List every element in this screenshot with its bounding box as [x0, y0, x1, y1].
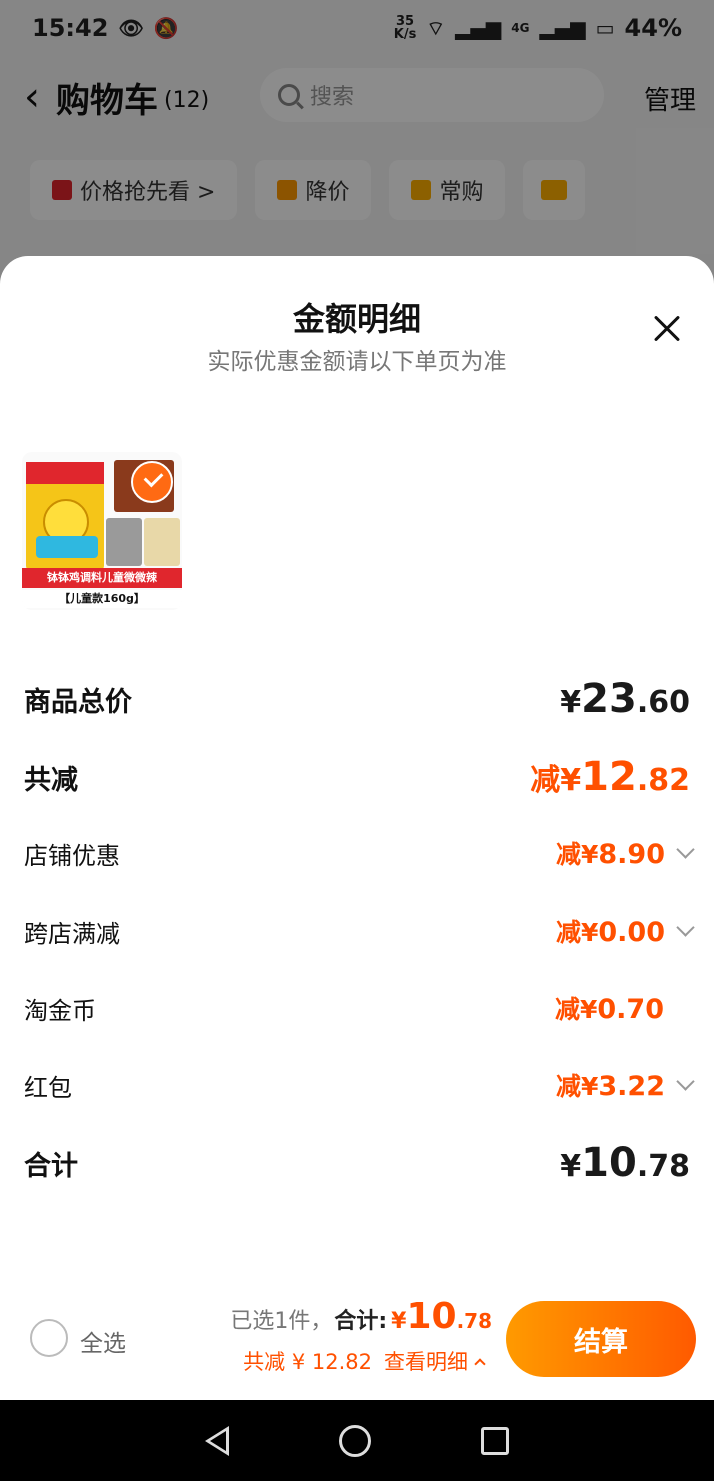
row-label: 合计 [24, 1150, 78, 1182]
row-red-packet[interactable]: 红包 减¥ 3.22 [24, 1060, 695, 1110]
chevron-down-icon[interactable] [676, 839, 695, 859]
nav-home-icon[interactable] [339, 1424, 371, 1457]
sheet-subtitle: 实际优惠金额请以下单页为准 [207, 349, 507, 375]
selected-count: 已选1件， [230, 1309, 333, 1334]
total-discount-amount: 减¥ 12.82 [530, 754, 690, 800]
row-taobao-coins: 淘金币 减¥ 0.70 [24, 983, 690, 1033]
taobao-coins-amount: 减¥ 0.70 [554, 994, 664, 1025]
row-store-discount[interactable]: 店铺优惠 减¥ 8.90 [24, 828, 695, 878]
row-cross-store-discount[interactable]: 跨店满减 减¥ 0.00 [24, 906, 695, 956]
total-int: 10 [406, 1296, 457, 1337]
row-label: 共减 [24, 764, 78, 796]
chevron-down-icon[interactable] [676, 1071, 695, 1091]
savings-line: 共减 ¥ 12.82 查看明细 [243, 1346, 486, 1376]
system-nav-bar [0, 1400, 714, 1481]
red-packet-amount: 减¥ 3.22 [555, 1071, 665, 1102]
total-dec: .78 [456, 1309, 492, 1333]
store-discount-amount: 减¥ 8.90 [555, 839, 665, 870]
nav-recents-icon[interactable] [481, 1426, 509, 1455]
cross-store-discount-amount: 减¥ 0.00 [555, 917, 665, 948]
row-total-discount: 共减 减¥ 12.82 [24, 752, 690, 802]
currency-symbol: ¥ [391, 1309, 407, 1334]
grand-total-amount: ¥10.78 [560, 1140, 690, 1186]
row-label: 跨店满减 [24, 919, 120, 948]
goods-total-amount: ¥23.60 [560, 676, 690, 722]
select-all-radio[interactable] [30, 1319, 68, 1357]
total-label: 合计: [334, 1309, 388, 1334]
savings-amount: 共减 ¥ 12.82 [243, 1350, 372, 1374]
sheet-title: 金额明细 [292, 300, 421, 338]
chevron-down-icon[interactable] [676, 917, 695, 937]
row-goods-total: 商品总价 ¥23.60 [24, 674, 690, 724]
row-label: 店铺优惠 [24, 841, 120, 870]
nav-back-icon[interactable] [205, 1425, 229, 1456]
product-banner: 钵钵鸡调料儿童微微辣 [22, 568, 182, 588]
view-detail-link[interactable]: 查看明细 [384, 1346, 486, 1376]
chevron-up-icon [474, 1358, 486, 1370]
checkout-bar: 全选 已选1件， 合计: ¥ 10 .78 共减 ¥ 12.82 查看明细 结算 [0, 1276, 714, 1400]
select-all-label[interactable]: 全选 [80, 1324, 126, 1358]
row-label: 红包 [24, 1073, 72, 1102]
row-label: 商品总价 [24, 686, 132, 718]
amount-detail-sheet: 金额明细 实际优惠金额请以下单页为准 钵钵鸡调料儿童微微辣 【儿童款160g】 … [0, 256, 714, 1400]
checkout-summary: 已选1件， 合计: ¥ 10 .78 [230, 1296, 492, 1337]
check-icon[interactable] [131, 461, 173, 503]
row-grand-total: 合计 ¥10.78 [24, 1138, 690, 1188]
close-icon[interactable] [652, 314, 682, 344]
row-label: 淘金币 [24, 996, 96, 1025]
product-tag: 【儿童款160g】 [22, 590, 182, 608]
checkout-button[interactable]: 结算 [506, 1301, 696, 1377]
